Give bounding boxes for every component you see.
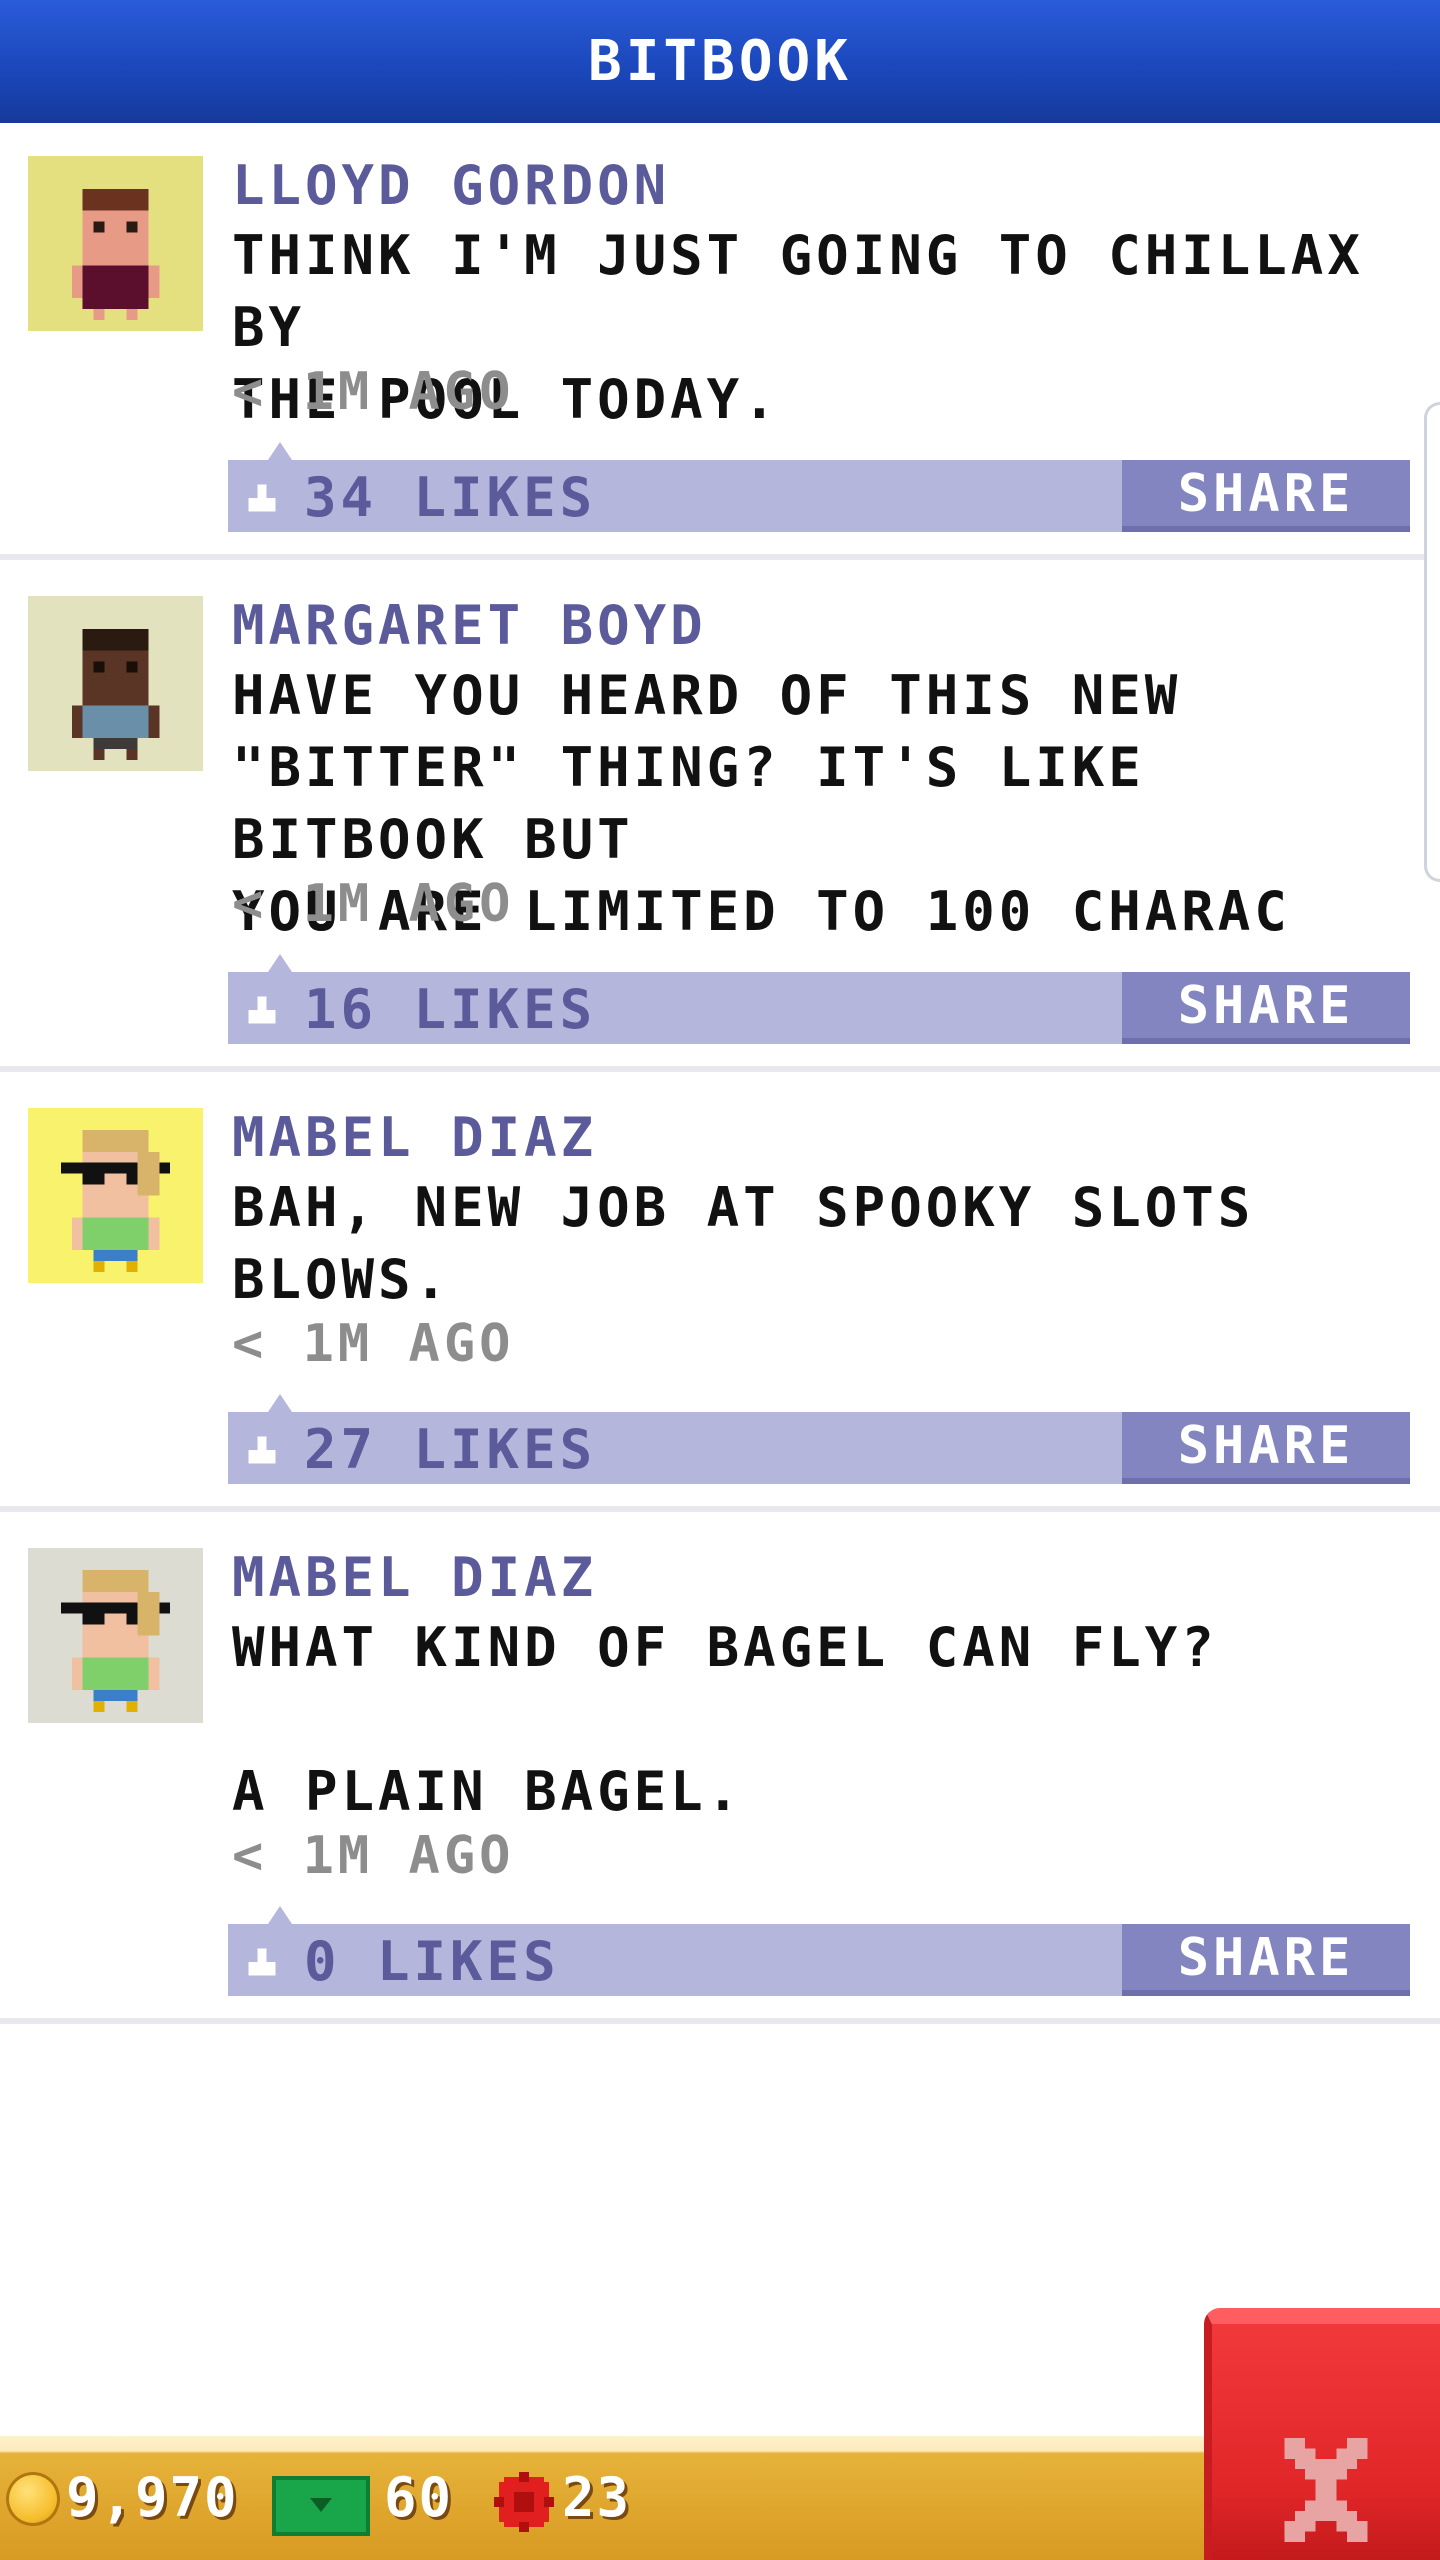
post-message: WHAT KIND OF BAGEL CAN FLY? A PLAIN BAGE… [232, 1616, 1218, 1823]
thumbs-up-icon[interactable] [244, 1432, 280, 1468]
divider [0, 1066, 1440, 1072]
like-count[interactable]: 16 LIKES [304, 978, 596, 1041]
post-time: < 1M AGO [232, 1826, 515, 1886]
thumbs-up-icon[interactable] [244, 480, 280, 516]
close-x-icon [1284, 2438, 1368, 2542]
cash-icon [272, 2476, 370, 2536]
notch [268, 954, 292, 972]
share-button[interactable]: SHARE [1122, 972, 1410, 1044]
post-author[interactable]: LLOYD GORDON [232, 154, 670, 217]
divider [0, 554, 1440, 560]
like-count[interactable]: 27 LIKES [304, 1418, 596, 1481]
app-title: BITBOOK [587, 29, 852, 94]
scrollbar[interactable] [1424, 402, 1440, 882]
share-button[interactable]: SHARE [1122, 1412, 1410, 1484]
avatar-margaret-boyd[interactable] [28, 596, 203, 771]
avatar-lloyd-gordon[interactable] [28, 156, 203, 331]
like-bar: 34 LIKES SHARE [228, 442, 1410, 532]
post-time: < 1M AGO [232, 362, 515, 422]
coin-count: 9,970 [66, 2466, 239, 2529]
avatar-mabel-diaz[interactable] [28, 1108, 203, 1283]
divider [0, 2018, 1440, 2024]
notch [268, 1394, 292, 1412]
divider [0, 1506, 1440, 1512]
post-message: BAH, NEW JOB AT SPOOKY SLOTS BLOWS. [232, 1176, 1255, 1311]
notch [268, 1906, 292, 1924]
thumbs-up-icon[interactable] [244, 1944, 280, 1980]
like-bar: 16 LIKES SHARE [228, 954, 1410, 1044]
chip-count: 23 [562, 2466, 632, 2529]
close-button[interactable] [1204, 2308, 1440, 2560]
post-author[interactable]: MABEL DIAZ [232, 1546, 597, 1609]
post-author[interactable]: MABEL DIAZ [232, 1106, 597, 1169]
share-button[interactable]: SHARE [1122, 460, 1410, 532]
cash-count: 60 [384, 2466, 454, 2529]
post-author[interactable]: MARGARET BOYD [232, 594, 707, 657]
avatar-mabel-diaz[interactable] [28, 1548, 203, 1723]
like-bar: 0 LIKES SHARE [228, 1906, 1410, 1996]
like-count[interactable]: 0 LIKES [304, 1930, 560, 1993]
chip-icon [494, 2472, 554, 2532]
coin-icon [6, 2472, 60, 2526]
like-count[interactable]: 34 LIKES [304, 466, 596, 529]
notch [268, 442, 292, 460]
thumbs-up-icon[interactable] [244, 992, 280, 1028]
share-button[interactable]: SHARE [1122, 1924, 1410, 1996]
post-time: < 1M AGO [232, 1314, 515, 1374]
like-bar: 27 LIKES SHARE [228, 1394, 1410, 1484]
app-header: BITBOOK [0, 0, 1440, 123]
post-time: < 1M AGO [232, 874, 515, 934]
